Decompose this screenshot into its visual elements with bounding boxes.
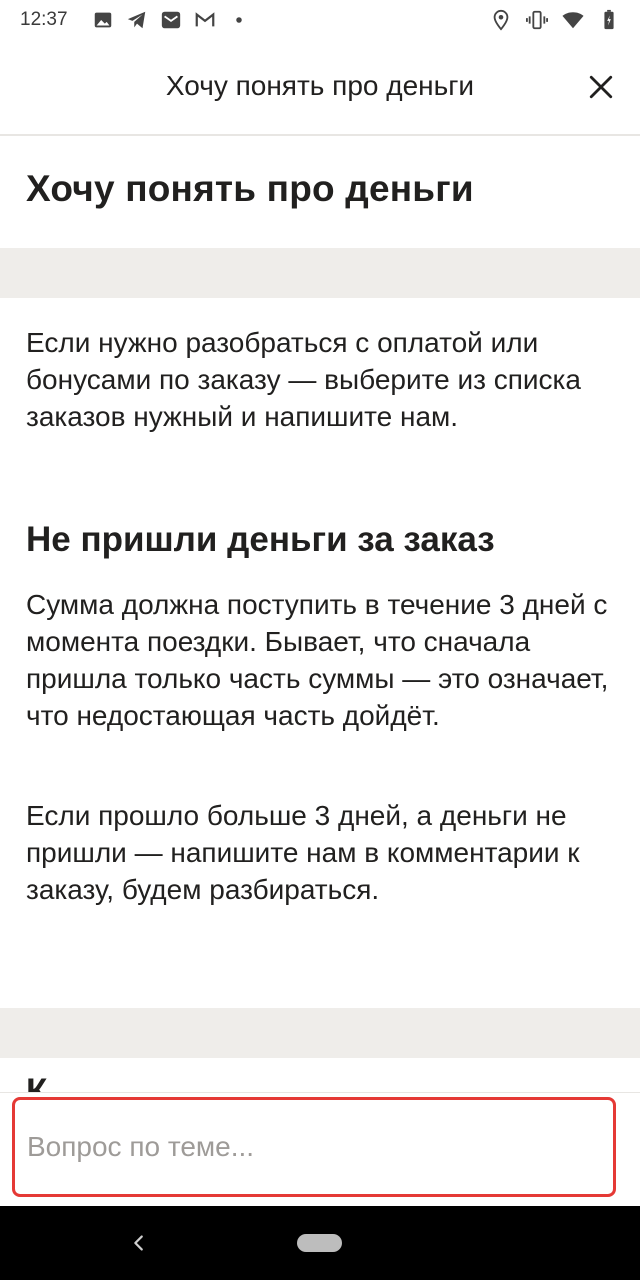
mail-icon	[160, 9, 182, 31]
image-icon	[92, 9, 114, 31]
back-icon	[134, 1235, 143, 1251]
section-divider-2	[0, 1008, 640, 1058]
page-title: Хочу понять про деньги	[26, 168, 474, 209]
wifi-icon	[562, 9, 584, 31]
question-input-area	[0, 1092, 640, 1206]
navigation-bar	[0, 1206, 640, 1280]
intro-text: Если нужно разобраться с оплатой или бон…	[26, 327, 581, 432]
telegram-icon	[126, 9, 148, 31]
gmail-icon	[194, 9, 216, 31]
section-paragraph-2: Если прошло больше 3 дней, а деньги не п…	[26, 800, 580, 905]
location-icon	[490, 9, 512, 31]
close-button[interactable]	[584, 70, 618, 104]
status-system-icons	[490, 9, 620, 31]
close-icon	[589, 75, 613, 99]
next-section-heading-text: К	[26, 1072, 48, 1094]
section-divider	[0, 248, 640, 298]
next-section-heading: К	[26, 1062, 626, 1094]
back-nav-button[interactable]	[126, 1230, 152, 1256]
question-input[interactable]	[12, 1097, 616, 1197]
section-heading: Не пришли деньги за заказ	[26, 520, 495, 559]
header: Хочу понять про деньги	[0, 40, 640, 136]
battery-icon	[598, 9, 620, 31]
dot-icon	[228, 9, 250, 31]
status-notification-icons	[92, 9, 250, 31]
home-pill[interactable]	[297, 1234, 342, 1252]
status-bar: 12:37	[0, 0, 640, 40]
header-title: Хочу понять про деньги	[165, 70, 475, 101]
status-time: 12:37	[20, 9, 68, 30]
section-paragraph-1: Сумма должна поступить в течение 3 дней …	[26, 589, 609, 731]
vibrate-icon	[526, 9, 548, 31]
